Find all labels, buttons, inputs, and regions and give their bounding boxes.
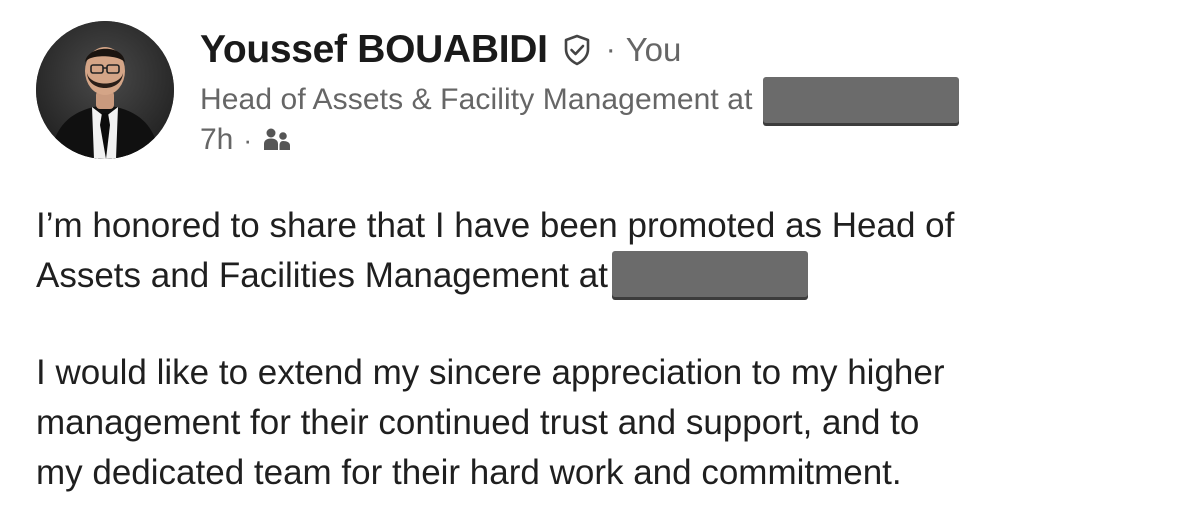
separator-dot: · [243,124,253,155]
post-body-paragraph-1: I’m honored to share that I have been pr… [36,201,1176,301]
author-name[interactable]: Youssef BOUABIDI [200,28,548,72]
author-headline: Head of Assets & Facility Management at [200,83,753,116]
body-line: Assets and Facilities Management at [36,251,1176,301]
verified-shield-icon[interactable] [560,33,594,67]
body-line-text: Assets and Facilities Management at [36,256,608,295]
redacted-company [762,77,959,123]
post-timestamp: 7h [200,123,234,156]
author-headline-row: Head of Assets & Facility Management at [200,77,959,123]
body-line: I would like to extend my sincere apprec… [36,353,945,392]
relation-label: You [625,31,682,68]
body-line: I’m honored to share that I have been pr… [36,206,955,245]
post-body-paragraph-2: I would like to extend my sincere apprec… [36,348,1176,498]
post-card: Youssef BOUABIDI · You Head of Assets & … [0,0,1200,512]
redacted-company [611,251,808,297]
post-meta: 7h · [200,120,292,160]
author-name-row: Youssef BOUABIDI · You [200,24,681,76]
body-line: management for their continued trust and… [36,403,920,442]
author-avatar[interactable] [36,21,174,159]
body-line: my dedicated team for their hard work an… [36,453,902,492]
separator-dot: · [605,33,616,66]
connections-audience-icon[interactable] [262,125,292,155]
